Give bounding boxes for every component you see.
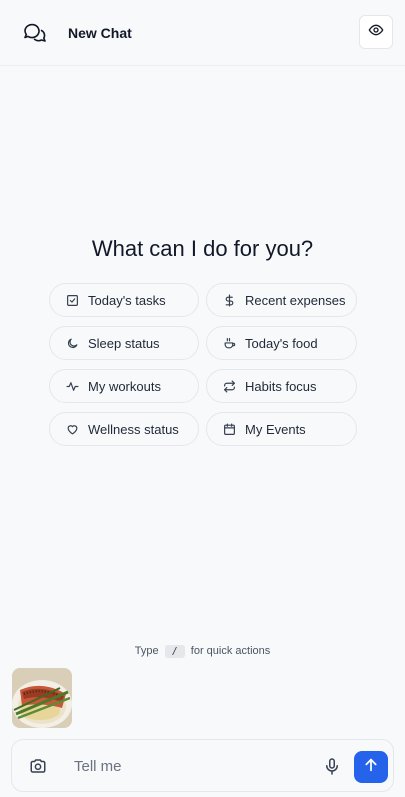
quick-action-label: Wellness status xyxy=(88,421,179,437)
quick-action-habits-focus[interactable]: Habits focus xyxy=(206,369,357,403)
quick-action-sleep-status[interactable]: Sleep status xyxy=(49,326,199,360)
quick-action-my-events[interactable]: My Events xyxy=(206,412,357,446)
food-icon xyxy=(222,336,236,350)
attachment-thumbnail[interactable] xyxy=(12,668,72,728)
checkbox-icon xyxy=(65,293,79,307)
calendar-icon xyxy=(222,422,236,436)
chat-bubbles-icon[interactable] xyxy=(22,20,48,46)
page-title: New Chat xyxy=(68,25,132,41)
hint-key: / xyxy=(164,645,185,658)
microphone-icon[interactable] xyxy=(323,757,341,776)
moon-icon xyxy=(65,336,79,350)
quick-action-label: My workouts xyxy=(88,378,161,394)
app: New Chat What can I do for you? Today's … xyxy=(0,0,405,797)
welcome-heading: What can I do for you? xyxy=(91,236,314,261)
quick-action-todays-food[interactable]: Today's food xyxy=(206,326,357,360)
send-button[interactable] xyxy=(354,751,388,783)
heart-icon xyxy=(65,422,79,436)
salmon-photo-thumbnail xyxy=(12,668,72,728)
quick-action-recent-expenses[interactable]: Recent expenses xyxy=(206,283,357,317)
quick-action-label: Habits focus xyxy=(245,378,317,394)
quick-action-wellness-status[interactable]: Wellness status xyxy=(49,412,199,446)
quick-actions-hint: Type / for quick actions xyxy=(0,645,405,658)
quick-action-todays-tasks[interactable]: Today's tasks xyxy=(49,283,199,317)
quick-action-label: Sleep status xyxy=(88,335,160,351)
quick-action-label: Today's tasks xyxy=(88,292,166,308)
quick-action-label: My Events xyxy=(245,421,306,437)
header: New Chat xyxy=(0,0,405,66)
repeat-icon xyxy=(222,379,236,393)
quick-action-label: Recent expenses xyxy=(245,292,346,308)
activity-icon xyxy=(65,379,79,393)
hint-prefix: Type xyxy=(134,645,159,657)
message-composer xyxy=(11,739,394,792)
quick-action-my-workouts[interactable]: My workouts xyxy=(49,369,199,403)
hint-suffix: for quick actions xyxy=(190,645,271,657)
camera-icon[interactable] xyxy=(29,757,47,775)
visibility-toggle-button[interactable] xyxy=(359,15,393,49)
eye-icon xyxy=(368,22,384,43)
message-input[interactable] xyxy=(74,753,314,779)
arrow-up-icon xyxy=(363,757,379,778)
dollar-icon xyxy=(222,293,236,307)
quick-action-label: Today's food xyxy=(245,335,318,351)
